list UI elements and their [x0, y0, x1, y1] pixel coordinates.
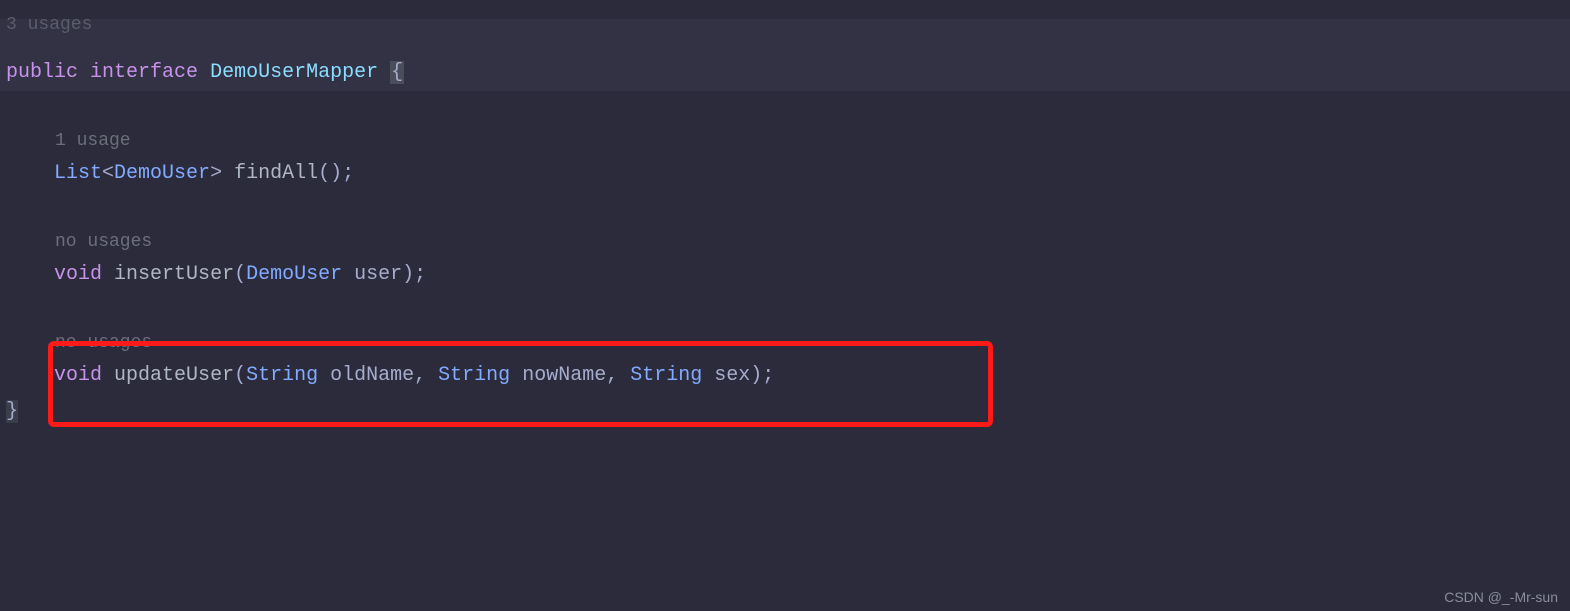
code-editor[interactable]: 3 usages public interface DemoUserMapper…: [0, 19, 1570, 611]
interface-declaration-line: public interface DemoUserMapper {: [0, 19, 1570, 91]
param-type-string-3: String: [630, 364, 702, 387]
keyword-interface: interface: [90, 61, 198, 84]
param-name-nowname: nowName: [522, 364, 606, 387]
keyword-public: public: [6, 61, 78, 84]
param-type-demouser: DemoUser: [246, 263, 342, 286]
method-name-insertuser: insertUser: [114, 263, 234, 286]
usage-hint-class: 3 usages: [0, 10, 92, 40]
param-name-sex: sex: [714, 364, 750, 387]
class-name: DemoUserMapper: [210, 61, 378, 84]
return-type-void-2: void: [54, 364, 102, 387]
param-type-string-1: String: [246, 364, 318, 387]
method-name-findall: findAll: [234, 162, 318, 185]
method-name-updateuser: updateUser: [114, 364, 234, 387]
return-type-inner: DemoUser: [114, 162, 210, 185]
param-name-oldname: oldName: [330, 364, 414, 387]
close-brace-line: }: [0, 394, 1570, 430]
watermark: CSDN @_-Mr-sun: [1444, 589, 1558, 605]
open-brace: {: [390, 61, 404, 84]
usage-hint-findall: 1 usage: [0, 126, 1570, 156]
usage-hint-updateuser: no usages: [0, 328, 1570, 358]
method-updateuser: void updateUser(String oldName, String n…: [0, 358, 1570, 394]
param-name-user: user: [354, 263, 402, 286]
param-type-string-2: String: [438, 364, 510, 387]
return-type-void: void: [54, 263, 102, 286]
method-insertuser: void insertUser(DemoUser user);: [0, 257, 1570, 293]
method-findall: List<DemoUser> findAll();: [0, 156, 1570, 192]
usage-hint-insertuser: no usages: [0, 227, 1570, 257]
return-type-list: List: [54, 162, 102, 185]
close-brace: }: [6, 400, 18, 423]
